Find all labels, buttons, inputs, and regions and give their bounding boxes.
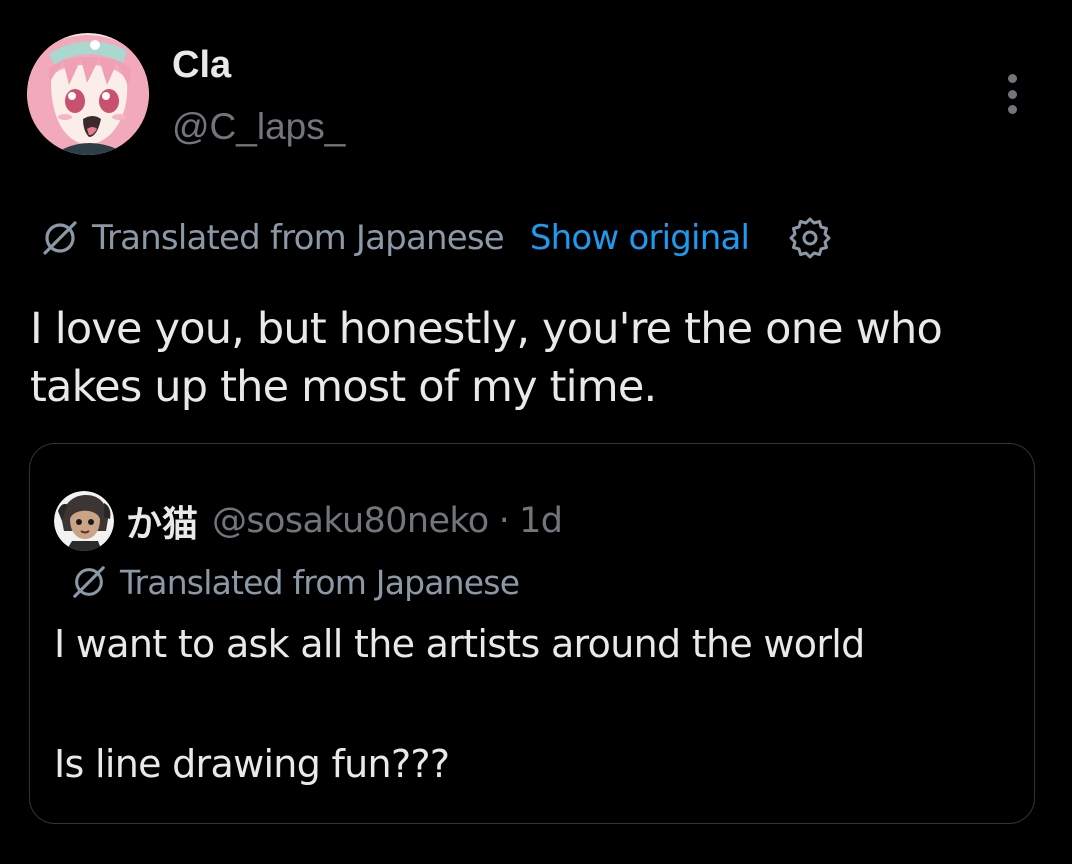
translate-icon	[38, 216, 82, 260]
author-display-name[interactable]: Cla	[172, 42, 231, 88]
author-handle[interactable]: @C_laps_	[172, 104, 345, 150]
translated-from-label: Translated from Japanese	[92, 218, 505, 258]
quoted-tweet-card[interactable]: か猫 @sosaku80neko · 1d Translated from Ja…	[29, 443, 1035, 824]
quoted-translated-from-label: Translated from Japanese	[120, 562, 520, 602]
quoted-tweet-text: I want to ask all the artists around the…	[54, 622, 865, 786]
tweet-text: I love you, but honestly, you're the one…	[30, 304, 943, 412]
quoted-author-display-name[interactable]: か猫	[126, 495, 198, 547]
translation-bar: Translated from Japanese Show original	[38, 214, 833, 262]
quoted-translation-bar: Translated from Japanese	[68, 558, 520, 606]
separator-dot: ·	[498, 501, 510, 541]
translate-icon	[68, 561, 110, 603]
anime-girl-avatar-icon	[27, 33, 149, 155]
quoted-author-avatar[interactable]	[54, 491, 114, 551]
quoted-tweet-timestamp[interactable]: 1d	[519, 501, 563, 541]
gear-icon[interactable]	[787, 215, 833, 261]
show-original-link[interactable]: Show original	[530, 218, 750, 258]
quoted-author-handle[interactable]: @sosaku80neko	[212, 501, 489, 541]
more-options-button[interactable]	[996, 70, 1028, 118]
quoted-tweet-header: か猫 @sosaku80neko · 1d	[54, 488, 563, 554]
author-avatar[interactable]	[27, 33, 149, 155]
anime-character-avatar-icon	[54, 491, 114, 551]
vertical-ellipsis-icon	[1007, 74, 1017, 83]
